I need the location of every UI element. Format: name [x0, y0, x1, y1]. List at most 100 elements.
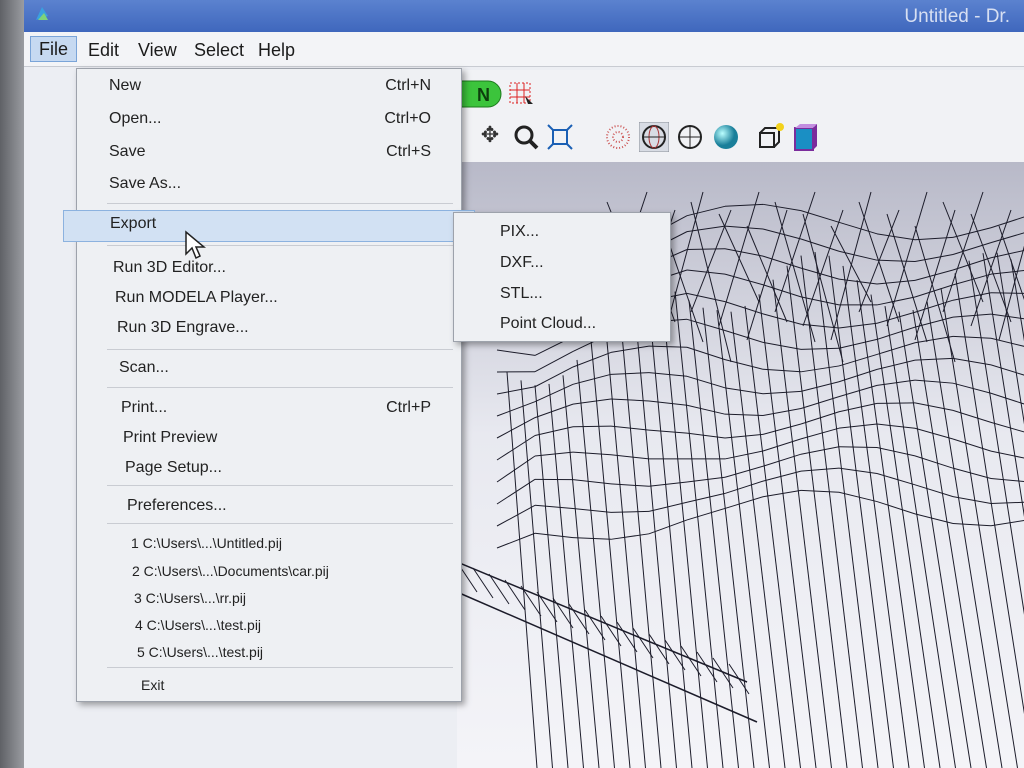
menu-edit[interactable]: Edit	[80, 38, 127, 62]
cube-light-icon[interactable]	[755, 122, 785, 152]
menu-item-open[interactable]: Open... Ctrl+O	[77, 106, 461, 134]
mesh-line	[712, 657, 734, 689]
mesh-line	[568, 603, 590, 635]
box-view-icon[interactable]	[789, 122, 819, 152]
recent-file-5[interactable]: 5 C:\Users\...\test.pij	[77, 640, 461, 668]
menu-item-save[interactable]: Save Ctrl+S	[77, 139, 461, 167]
mesh-line	[610, 454, 650, 460]
menu-item-print[interactable]: Print... Ctrl+P	[77, 395, 461, 423]
mesh-line	[534, 366, 574, 388]
move-icon[interactable]: ✥	[475, 120, 505, 150]
mesh-line	[534, 350, 574, 373]
mesh-line	[842, 265, 910, 768]
menu-item-print-preview[interactable]: Print Preview	[77, 425, 461, 453]
mesh-line	[724, 273, 764, 286]
point-view-icon[interactable]	[603, 122, 633, 152]
mesh-line	[876, 326, 916, 340]
menu-select[interactable]: Select	[186, 38, 252, 62]
menu-separator	[107, 667, 453, 668]
export-dxf[interactable]: DXF...	[500, 254, 544, 272]
mesh-line	[830, 225, 872, 303]
mesh-line	[686, 404, 726, 415]
mesh-line	[952, 467, 992, 479]
mesh-line	[504, 579, 526, 611]
mesh-line	[838, 221, 878, 235]
mesh-line	[686, 346, 726, 361]
zoom-icon[interactable]	[511, 122, 541, 152]
mesh-line	[886, 191, 928, 327]
export-pix[interactable]: PIX...	[500, 223, 539, 241]
mesh-line	[838, 338, 878, 349]
menu-item-page-setup[interactable]: Page Setup...	[77, 455, 461, 483]
mesh-line	[762, 390, 802, 395]
menu-item-run-3d-editor[interactable]: Run 3D Editor...	[77, 255, 461, 283]
mesh-line	[884, 306, 956, 768]
mesh-line	[914, 209, 956, 341]
fit-icon[interactable]	[545, 122, 575, 152]
green-start-icon[interactable]: N	[457, 78, 505, 110]
mesh-line	[838, 322, 878, 329]
sphere-outline-icon[interactable]	[675, 122, 705, 152]
mesh-line	[610, 533, 650, 540]
recent-file-2[interactable]: 2 C:\Users\...\Documents\car.pij	[77, 559, 461, 587]
mesh-line	[686, 292, 726, 303]
mesh-line	[990, 501, 1024, 504]
export-stl[interactable]: STL...	[500, 285, 543, 303]
mesh-line	[686, 476, 726, 483]
menu-separator	[107, 523, 453, 524]
mesh-line	[990, 450, 1024, 459]
mesh-line	[838, 384, 878, 398]
mesh-line	[952, 522, 992, 527]
mesh-line	[746, 209, 788, 341]
mesh-line	[814, 251, 879, 768]
mesh-line	[496, 532, 536, 549]
menu-item-preferences[interactable]: Preferences...	[77, 493, 461, 521]
window-title: Untitled - Dr.	[904, 6, 1010, 27]
mesh-line	[990, 292, 1024, 294]
mesh-line	[1010, 259, 1024, 342]
menu-file[interactable]: File	[30, 36, 78, 62]
menu-separator	[107, 203, 453, 204]
mesh-line	[786, 265, 848, 768]
recent-file-1[interactable]: 1 C:\Users\...\Untitled.pij	[77, 531, 461, 559]
grid-select-icon[interactable]	[507, 80, 535, 108]
mesh-line	[584, 609, 606, 641]
mesh-line	[590, 340, 631, 768]
wire-sphere-icon[interactable]	[639, 122, 669, 152]
mesh-line	[572, 398, 612, 405]
mesh-line	[762, 203, 802, 212]
mesh-line	[762, 228, 802, 240]
menu-item-exit[interactable]: Exit	[77, 673, 461, 701]
mesh-line	[724, 387, 764, 395]
mesh-line	[576, 359, 615, 768]
mesh-line	[876, 423, 916, 429]
menu-item-new[interactable]: New Ctrl+N	[77, 73, 461, 101]
menu-item-export[interactable]: Export	[63, 210, 475, 242]
mesh-line	[990, 337, 1024, 347]
mesh-line	[762, 408, 802, 416]
mesh-line	[914, 402, 954, 411]
mesh-line	[572, 508, 612, 513]
mesh-line	[876, 473, 916, 486]
mesh-line	[648, 372, 688, 377]
mesh-line	[696, 651, 718, 683]
mesh-line	[730, 311, 786, 768]
mesh-line	[876, 342, 916, 355]
recent-file-4[interactable]: 4 C:\Users\...\test.pij	[77, 613, 461, 641]
mesh-line	[952, 313, 992, 318]
mesh-line	[800, 238, 840, 252]
menu-item-scan[interactable]: Scan...	[77, 355, 461, 383]
mesh-line	[876, 446, 916, 457]
menu-item-run-3d-engrave[interactable]: Run 3D Engrave...	[77, 315, 461, 343]
solid-sphere-icon[interactable]	[711, 122, 741, 152]
menu-item-run-modela-player[interactable]: Run MODELA Player...	[77, 285, 461, 313]
export-point-cloud[interactable]: Point Cloud...	[500, 315, 596, 333]
mesh-line	[838, 423, 878, 429]
menu-item-save-as[interactable]: Save As...	[77, 171, 461, 199]
mesh-line	[856, 279, 925, 768]
title-bar: Untitled - Dr.	[22, 0, 1024, 32]
menu-help[interactable]: Help	[250, 38, 303, 62]
mesh-line	[914, 484, 954, 498]
menu-view[interactable]: View	[130, 38, 185, 62]
recent-file-3[interactable]: 3 C:\Users\...\rr.pij	[77, 586, 461, 614]
